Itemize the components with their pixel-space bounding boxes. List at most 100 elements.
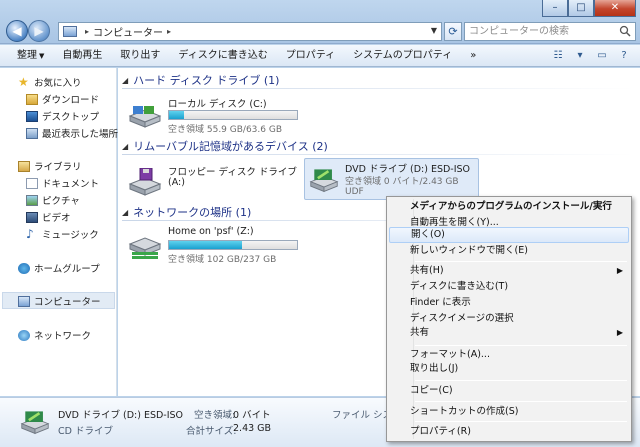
star-icon: ★ <box>18 74 29 89</box>
collapse-triangle-icon[interactable]: ◢ <box>122 208 128 217</box>
drive-local-c[interactable]: ローカル ディスク (C:) 空き領域 55.9 GB/63.6 GB <box>128 96 308 136</box>
refresh-button[interactable]: ⟳ <box>444 22 462 41</box>
group-header-hdd[interactable]: ◢ ハード ディスク ドライブ (1) <box>122 72 634 89</box>
menu-item-install[interactable]: メディアからのプログラムのインストール/実行 <box>389 199 629 215</box>
chevron-down-icon: ▾ <box>577 50 583 61</box>
forward-button[interactable]: ▶ <box>28 20 50 42</box>
group-divider <box>122 154 634 155</box>
dvd-drive-icon <box>20 411 50 435</box>
menu-item-share[interactable]: 共有(H) ▶ <box>389 263 629 279</box>
collapse-triangle-icon[interactable]: ◢ <box>122 76 128 85</box>
more-commands-button[interactable]: » <box>461 45 485 67</box>
help-icon: ? <box>621 50 627 61</box>
drive-psf-z[interactable]: Home on 'psf' (Z:) 空き領域 102 GB/237 GB <box>128 226 308 266</box>
sidebar-item-favorites[interactable]: ★ お気に入り <box>18 74 82 90</box>
sidebar-item-libraries[interactable]: ライブラリ <box>18 158 82 174</box>
title-bar: ◀ ▶ ▸ コンピューター ▸ ▼ ⟳ コンピューターの検索 – □ ✕ <box>0 0 640 44</box>
drive-usage-bar <box>168 110 298 120</box>
sidebar-item-downloads[interactable]: ダウンロード <box>26 91 99 107</box>
system-properties-button[interactable]: システムのプロパティ <box>344 45 461 67</box>
window-controls: – □ ✕ <box>542 0 636 17</box>
close-button[interactable]: ✕ <box>594 0 636 17</box>
floppy-drive-icon <box>128 168 162 196</box>
autoplay-button[interactable]: 自動再生 <box>53 45 111 67</box>
group-divider <box>122 88 634 89</box>
menu-separator <box>415 261 627 262</box>
breadcrumb-chevron-icon[interactable]: ▸ <box>167 27 171 36</box>
menu-separator <box>415 421 627 422</box>
homegroup-icon <box>18 262 30 274</box>
command-bar: 整理 ▼ 自動再生 取り出す ディスクに書き込む プロパティ システムのプロパティ… <box>0 45 640 67</box>
computer-icon <box>18 295 30 307</box>
details-total-value: 2.43 GB <box>233 423 272 434</box>
view-options-button[interactable]: ▾ <box>572 48 588 64</box>
eject-button[interactable]: 取り出す <box>111 45 169 67</box>
library-icon <box>18 160 30 172</box>
address-dropdown-icon[interactable]: ▼ <box>431 26 437 35</box>
drive-name-line2: (A:) <box>168 177 185 188</box>
menu-item-open[interactable]: 開く(O) <box>389 227 629 243</box>
arrow-right-icon: ▶ <box>34 24 44 38</box>
drive-name: ローカル ディスク (C:) <box>168 99 267 110</box>
download-folder-icon <box>26 93 38 105</box>
search-input[interactable]: コンピューターの検索 <box>464 22 636 41</box>
sidebar-item-network[interactable]: ネットワーク <box>18 327 91 343</box>
maximize-icon: □ <box>576 2 586 13</box>
menu-item-share-2[interactable]: 共有 ▶ <box>389 325 629 341</box>
menu-item-properties[interactable]: プロパティ(R) <box>389 424 629 440</box>
menu-item-open-new-window[interactable]: 新しいウィンドウで開く(E) <box>389 243 629 259</box>
sidebar-item-music[interactable]: ♪ ミュージック <box>26 226 99 242</box>
hard-disk-icon <box>128 106 162 128</box>
drive-floppy-a[interactable]: フロッピー ディスク ドライブ (A:) <box>128 162 298 202</box>
drive-name-line1: フロッピー ディスク ドライブ <box>168 167 297 178</box>
menu-item-burn[interactable]: ディスクに書き込む(T) <box>389 279 629 295</box>
submenu-arrow-icon: ▶ <box>616 328 623 337</box>
minimize-button[interactable]: – <box>542 0 568 17</box>
burn-button[interactable]: ディスクに書き込む <box>169 45 276 67</box>
view-icon: ☷ <box>553 50 563 61</box>
music-icon: ♪ <box>26 226 34 241</box>
dropdown-arrow-icon: ▼ <box>39 51 45 60</box>
drive-free-space: 空き領域 102 GB/237 GB <box>168 255 277 265</box>
change-view-button[interactable]: ☷ <box>550 48 566 64</box>
group-header-network[interactable]: ◢ ネットワークの場所 (1) <box>122 204 634 221</box>
drive-name: Home on 'psf' (Z:) <box>168 226 254 237</box>
navigation-pane: ★ お気に入り ダウンロード デスクトップ 最近表示した場所 ライブラリ ドキュ… <box>0 68 118 396</box>
menu-separator <box>415 380 627 381</box>
sidebar-item-desktop[interactable]: デスクトップ <box>26 108 99 124</box>
details-name: DVD ドライブ (D:) ESD-ISO <box>58 410 184 421</box>
search-placeholder: コンピューターの検索 <box>469 26 569 37</box>
details-free-label: 空き領域: <box>194 410 236 421</box>
sidebar-item-documents[interactable]: ドキュメント <box>26 175 99 191</box>
sidebar-item-recent[interactable]: 最近表示した場所 <box>26 125 118 141</box>
close-icon: ✕ <box>610 2 620 13</box>
menu-item-eject[interactable]: 取り出し(J) <box>389 361 629 377</box>
sidebar-item-pictures[interactable]: ピクチャ <box>26 192 80 208</box>
back-button[interactable]: ◀ <box>6 20 28 42</box>
submenu-arrow-icon: ▶ <box>616 266 623 275</box>
maximize-button[interactable]: □ <box>568 0 594 17</box>
drive-dvd-d-selected[interactable]: DVD ドライブ (D:) ESD-ISO 空き領域 0 バイト/2.43 GB… <box>304 158 479 200</box>
dvd-drive-icon <box>309 169 339 193</box>
group-header-removable[interactable]: ◢ リムーバブル記憶域があるデバイス (2) <box>122 138 634 155</box>
preview-pane-button[interactable]: ▭ <box>594 48 610 64</box>
network-drive-icon <box>128 237 162 259</box>
menu-item-show-in-finder[interactable]: Finder に表示 <box>389 295 629 311</box>
sidebar-item-computer[interactable]: コンピューター <box>18 293 101 309</box>
drive-name: DVD ドライブ (D:) ESD-ISO <box>345 164 471 175</box>
collapse-triangle-icon[interactable]: ◢ <box>122 142 128 151</box>
help-button[interactable]: ? <box>616 48 632 64</box>
organize-button[interactable]: 整理 ▼ <box>8 45 53 67</box>
desktop-icon <box>26 110 38 122</box>
drive-free-space: 空き領域 0 バイト/2.43 GB <box>345 177 459 187</box>
menu-separator <box>415 345 627 346</box>
menu-item-copy[interactable]: コピー(C) <box>389 383 629 399</box>
menu-item-create-shortcut[interactable]: ショートカットの作成(S) <box>389 404 629 420</box>
properties-button[interactable]: プロパティ <box>277 45 344 67</box>
address-bar[interactable]: ▸ コンピューター ▸ ▼ <box>58 22 442 41</box>
breadcrumb-computer[interactable]: コンピューター <box>93 24 163 39</box>
menu-separator <box>415 401 627 402</box>
sidebar-item-homegroup[interactable]: ホームグループ <box>18 260 100 276</box>
sidebar-item-videos[interactable]: ビデオ <box>26 209 71 225</box>
minimize-icon: – <box>552 2 558 13</box>
